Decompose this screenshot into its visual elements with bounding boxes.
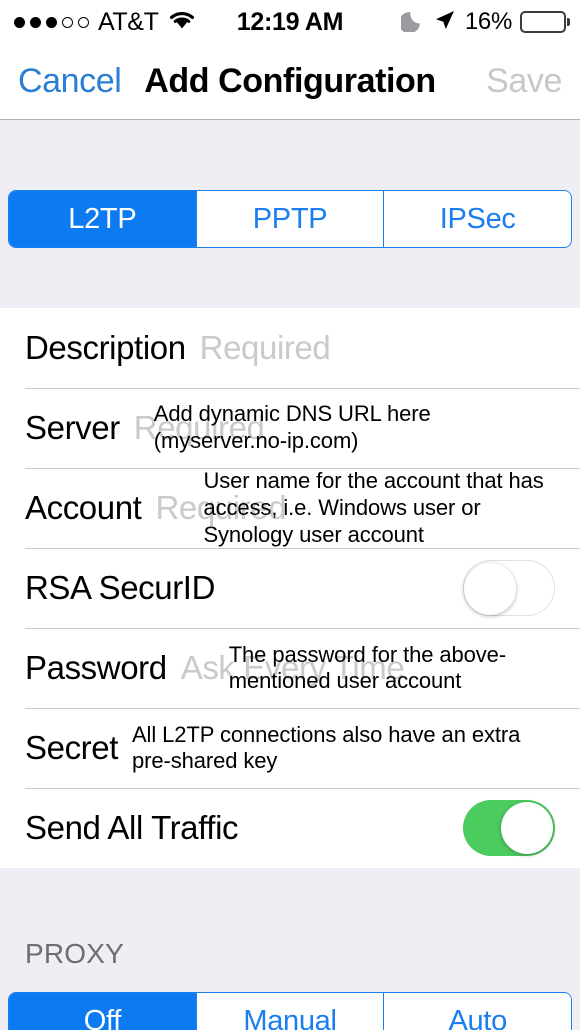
account-input[interactable]: Required User name for the account that … [155,468,555,548]
status-bar: AT&T 12:19 AM 16% [0,0,580,44]
row-label-account: Account [25,489,142,527]
proxy-section-header: PROXY [0,930,580,993]
proxy-segmented-wrap: Off Manual Auto [0,992,580,1030]
rsa-securid-toggle[interactable] [463,560,555,617]
status-bar-right: 16% [290,8,566,37]
send-all-traffic-toggle[interactable] [463,800,555,857]
row-label-secret: Secret [25,729,118,767]
spacer-above-vpn-type [0,120,580,190]
password-annotation: The password for the above-mentioned use… [228,641,507,694]
moon-icon [398,8,425,37]
proxy-segmented-control[interactable]: Off Manual Auto [8,992,572,1030]
toggle-knob [464,563,516,616]
segment-proxy-auto[interactable]: Auto [384,993,571,1030]
iphone-screen: AT&T 12:19 AM 16% Cancel Add Configurati… [0,0,580,1030]
secret-input[interactable]: All L2TP connections also have an extra … [132,717,555,779]
row-label-rsa-securid: RSA SecurID [25,569,216,607]
segment-l2tp[interactable]: L2TP [9,191,197,247]
password-input[interactable]: Ask Every Time The password for the abov… [181,637,555,699]
segment-proxy-manual[interactable]: Manual [196,993,385,1030]
save-button[interactable]: Save [486,62,562,101]
server-annotation: Add dynamic DNS URL here (myserver.no-ip… [153,401,431,453]
battery-icon [520,11,566,33]
vpn-settings-list: Description Required Server Required Add… [0,308,580,869]
toggle-knob [501,802,553,855]
segment-proxy-off[interactable]: Off [9,993,197,1030]
cancel-button[interactable]: Cancel [18,62,122,101]
description-placeholder: Required [199,329,331,366]
location-arrow-icon [433,8,457,37]
spacer-above-proxy [0,868,580,931]
row-server[interactable]: Server Required Add dynamic DNS URL here… [0,388,580,468]
segment-ipsec[interactable]: IPSec [384,191,571,247]
segment-pptp[interactable]: PPTP [196,191,385,247]
row-description[interactable]: Description Required [0,308,580,388]
vpn-type-segmented-control[interactable]: L2TP PPTP IPSec [8,190,572,248]
row-password[interactable]: Password Ask Every Time The password for… [0,628,580,708]
row-rsa-securid[interactable]: RSA SecurID [0,548,580,628]
vpn-type-segmented-wrap: L2TP PPTP IPSec [0,190,580,248]
row-label-description: Description [25,329,186,366]
server-input[interactable]: Required Add dynamic DNS URL here (myser… [134,397,555,459]
spacer-above-form [0,248,580,308]
navigation-bar: Cancel Add Configuration Save [0,44,580,120]
account-annotation: User name for the account that has acces… [203,468,544,547]
row-label-send-all-traffic: Send All Traffic [25,809,239,847]
row-label-server: Server [25,409,120,446]
battery-percent-label: 16% [464,8,512,35]
description-input[interactable]: Required [200,317,555,379]
row-label-password: Password [25,649,167,687]
row-secret[interactable]: Secret All L2TP connections also have an… [0,708,580,788]
row-send-all-traffic[interactable]: Send All Traffic [0,788,580,868]
secret-annotation: All L2TP connections also have an extra … [131,721,521,774]
row-account[interactable]: Account Required User name for the accou… [0,468,580,548]
